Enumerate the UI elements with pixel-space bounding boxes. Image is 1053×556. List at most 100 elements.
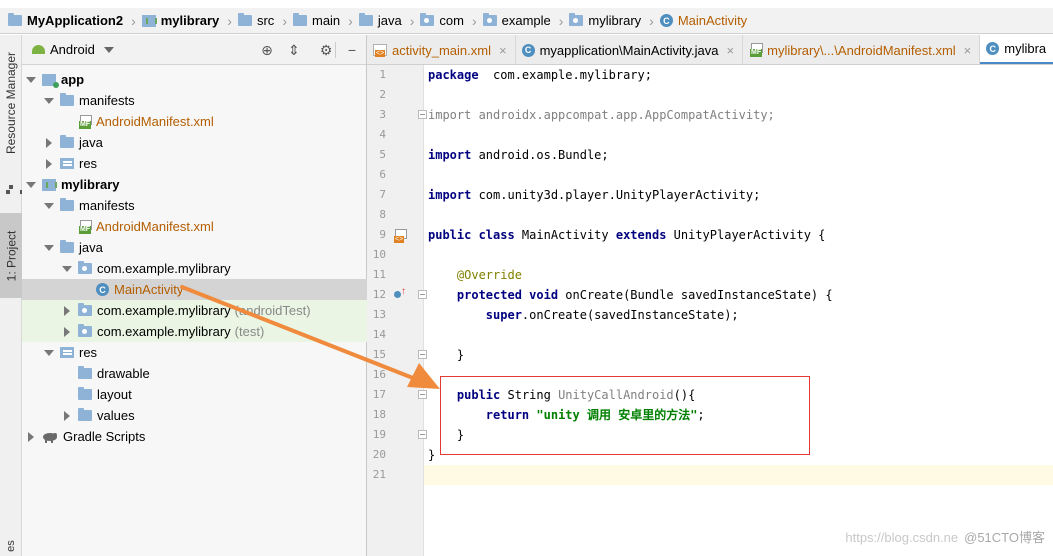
header-divider xyxy=(335,42,336,58)
tree-item-label: layout xyxy=(97,387,132,402)
code-line: import android.os.Bundle; xyxy=(428,145,609,165)
code-token: package xyxy=(428,68,479,82)
folder-icon xyxy=(358,13,373,26)
code-token: com.example.mylibrary; xyxy=(478,68,652,82)
editor-gutter: 1 2 3 4 5 6 7 8 9 10 11 12 13 14 15 16 17 18 19 20 21 xyxy=(367,65,427,556)
resource-manager-tab[interactable]: Resource Manager xyxy=(0,35,22,170)
breadcrumb-item-label: java xyxy=(377,13,402,28)
breadcrumb-item[interactable]: mylibrary xyxy=(141,13,219,28)
tree-item[interactable]: app xyxy=(22,69,367,90)
breadcrumb-item[interactable]: MyApplication2 xyxy=(8,13,123,28)
collapsed-arrow-icon[interactable] xyxy=(60,409,74,423)
gradle-elephant-icon xyxy=(42,431,58,443)
expanded-arrow-icon[interactable] xyxy=(42,94,56,108)
tree-item[interactable]: Gradle Scripts xyxy=(22,426,367,447)
manifest-icon: MF xyxy=(749,43,764,57)
tree-item[interactable]: com.example.mylibrary (test) xyxy=(22,321,367,342)
bottom-strip-tab[interactable]: es xyxy=(0,536,22,556)
breadcrumb-item[interactable]: src xyxy=(237,13,274,28)
collapsed-arrow-icon[interactable] xyxy=(60,304,74,318)
tree-item[interactable]: manifests xyxy=(22,195,367,216)
view-mode-select[interactable]: Android xyxy=(22,42,114,57)
editor-tab[interactable]: MF mylibrary\...\AndroidManifest.xml × xyxy=(743,35,981,64)
tree-item[interactable]: manifests xyxy=(22,90,367,111)
collapsed-arrow-icon[interactable] xyxy=(42,157,56,171)
breadcrumb-item-label: MainActivity xyxy=(677,13,748,28)
fold-marker-icon[interactable] xyxy=(418,430,427,439)
line-number: 1 xyxy=(379,68,386,81)
line-number: 2 xyxy=(379,88,386,101)
override-gutter-icon[interactable] xyxy=(393,286,407,302)
line-number: 14 xyxy=(372,328,386,341)
breadcrumb-item[interactable]: main xyxy=(292,13,340,28)
tree-item[interactable]: com.example.mylibrary xyxy=(22,258,367,279)
folder-icon xyxy=(60,93,74,106)
expanded-arrow-icon[interactable] xyxy=(42,199,56,213)
editor-tab[interactable]: activity_main.xml × xyxy=(367,35,516,64)
code-line: public class MainActivity extends UnityP… xyxy=(428,225,825,245)
tree-item[interactable]: MF AndroidManifest.xml xyxy=(22,216,367,237)
expanded-arrow-icon[interactable] xyxy=(24,178,38,192)
fold-marker-icon[interactable] xyxy=(418,290,427,299)
code-token: import androidx.appcompat.app.AppCompatA… xyxy=(428,108,775,122)
close-icon[interactable]: × xyxy=(964,43,972,58)
code-token: @Override xyxy=(456,268,522,282)
close-icon[interactable]: × xyxy=(727,43,735,58)
close-icon[interactable]: × xyxy=(499,43,507,58)
expanded-arrow-icon[interactable] xyxy=(60,262,74,276)
tree-item[interactable]: java xyxy=(22,237,367,258)
package-icon xyxy=(482,13,497,26)
editor-tab[interactable]: Cmyapplication\MainActivity.java × xyxy=(516,35,744,64)
minimize-icon[interactable]: − xyxy=(344,42,360,58)
chevron-right-icon: › xyxy=(348,12,353,29)
editor-tab-label: mylibrary\...\AndroidManifest.xml xyxy=(767,42,956,58)
tree-item-label: AndroidManifest.xml xyxy=(96,114,214,129)
expanded-arrow-icon[interactable] xyxy=(42,346,56,360)
fold-marker-icon[interactable] xyxy=(418,390,427,399)
tree-item[interactable]: res xyxy=(22,153,367,174)
tree-item[interactable]: C MainActivity xyxy=(22,279,367,300)
tree-item[interactable]: layout xyxy=(22,384,367,405)
code-line: package com.example.mylibrary; xyxy=(428,65,652,85)
resources-folder-icon xyxy=(60,158,74,169)
tree-item[interactable]: com.example.mylibrary (androidTest) xyxy=(22,300,367,321)
code-token: UnityPlayerActivity { xyxy=(666,228,826,242)
expanded-arrow-icon[interactable] xyxy=(42,241,56,255)
fold-marker-icon[interactable] xyxy=(418,110,427,119)
collapsed-arrow-icon[interactable] xyxy=(24,430,38,444)
folder-icon xyxy=(78,366,92,379)
module-icon xyxy=(42,73,59,88)
breadcrumb-item[interactable]: com xyxy=(420,13,464,28)
project-tab[interactable]: 1: Project xyxy=(0,213,22,298)
package-icon xyxy=(78,303,92,316)
breadcrumb-item[interactable]: java xyxy=(358,13,402,28)
class-layout-gutter-icon[interactable] xyxy=(393,229,407,243)
tree-item[interactable]: MF AndroidManifest.xml xyxy=(22,111,367,132)
collapsed-arrow-icon[interactable] xyxy=(42,136,56,150)
folder-icon xyxy=(60,135,74,148)
line-number: 19 xyxy=(372,428,386,441)
tree-item[interactable]: values xyxy=(22,405,367,426)
locate-target-icon[interactable]: ⊕ xyxy=(259,42,275,58)
breadcrumb-item[interactable]: mylibrary xyxy=(569,13,641,28)
manifest-icon: MF xyxy=(78,219,92,234)
breadcrumb-item[interactable]: example xyxy=(482,13,551,28)
package-icon xyxy=(78,261,92,274)
tree-item[interactable]: drawable xyxy=(22,363,367,384)
collapsed-arrow-icon[interactable] xyxy=(60,325,74,339)
collapse-all-icon[interactable]: ⇕ xyxy=(286,42,302,58)
line-number: 15 xyxy=(372,348,386,361)
tree-item-suffix: (androidTest) xyxy=(234,303,311,318)
gear-icon[interactable]: ⚙ xyxy=(318,42,334,58)
expanded-arrow-icon[interactable] xyxy=(24,73,38,87)
tree-item[interactable]: mylibrary xyxy=(22,174,367,195)
line-number: 20 xyxy=(372,448,386,461)
breadcrumb-item[interactable]: C MainActivity xyxy=(659,13,748,28)
code-line: import com.unity3d.player.UnityPlayerAct… xyxy=(428,185,760,205)
code-editor[interactable]: 123456789101112131415161718192021 packag… xyxy=(367,65,1053,556)
editor-tab[interactable]: Cmylibra xyxy=(980,35,1053,64)
tree-item[interactable]: res xyxy=(22,342,367,363)
structure-icon[interactable] xyxy=(6,185,24,195)
tree-item[interactable]: java xyxy=(22,132,367,153)
fold-marker-icon[interactable] xyxy=(418,350,427,359)
